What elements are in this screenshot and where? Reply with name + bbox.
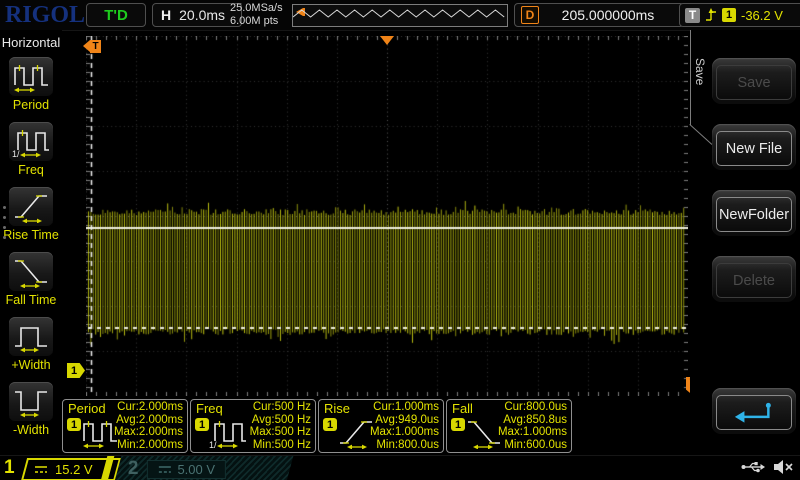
- menu-button-label: NewFolder: [716, 197, 792, 232]
- memory-depth: 6.00M pts: [230, 15, 283, 28]
- trigger-delay-marker[interactable]: T: [83, 40, 101, 53]
- oscilloscope-screen: RIGOL T'D H 20.0ms 25.0MSa/s 6.00M pts D…: [0, 0, 800, 480]
- menu-item-label: Fall Time: [0, 293, 62, 307]
- menu-item-rise-time[interactable]: Rise Time: [0, 187, 62, 242]
- top-status-bar: RIGOL T'D H 20.0ms 25.0MSa/s 6.00M pts D…: [0, 0, 800, 31]
- minus-width-icon: [12, 386, 50, 418]
- measurement-values: Cur:800.0us Avg:850.8us Max:1.000ms Min:…: [498, 401, 567, 451]
- measurement-values: Cur:2.000ms Avg:2.000ms Max:2.000ms Min:…: [114, 401, 183, 451]
- left-menu-title: Horizontal: [0, 35, 62, 50]
- period-icon: [12, 61, 50, 93]
- left-arrow-icon: [83, 40, 90, 52]
- svg-text:1/: 1/: [12, 149, 20, 158]
- trigger-status-badge: T'D: [86, 3, 146, 27]
- channel-badge: 1: [451, 418, 465, 431]
- fall-time-icon: [12, 256, 50, 288]
- menu-button-new-file[interactable]: New File: [712, 124, 796, 170]
- menu-button-save[interactable]: Save: [712, 58, 796, 104]
- measurement-values: Cur:1.000ms Avg:949.0us Max:1.000ms Min:…: [370, 401, 439, 451]
- menu-item-label: Rise Time: [0, 228, 62, 242]
- measurement-name: Freq: [196, 401, 223, 416]
- channel1-level-marker[interactable]: 1: [67, 363, 85, 378]
- rising-edge-icon: [705, 8, 717, 23]
- horizontal-timebase-box[interactable]: H 20.0ms: [152, 3, 242, 27]
- delay-value: 205.000000ms: [539, 7, 677, 23]
- left-measure-menu: Horizontal Period 1/: [0, 30, 62, 455]
- timebase-value: 20.0ms: [179, 7, 225, 23]
- plus-width-icon: [12, 321, 50, 353]
- trigger-source-badge: 1: [722, 8, 736, 22]
- measurement-panel-period[interactable]: Period 1 Cur:2.000ms Avg:2.000ms Max:2.0…: [62, 399, 188, 453]
- channel2-scale: 5.00 V: [178, 461, 216, 476]
- menu-tab-border-diagonal: [689, 124, 712, 145]
- delay-box[interactable]: D 205.000000ms: [514, 3, 684, 27]
- delay-label: D: [521, 6, 539, 24]
- channel-status-bar: 1 15.2 V 2 5.00 V: [0, 455, 800, 480]
- menu-button-label: Delete: [716, 263, 792, 298]
- right-soft-menu: Save Save New File NewFolder Delete: [690, 30, 800, 455]
- channel2-status[interactable]: 2 5.00 V: [115, 456, 294, 480]
- return-arrow-icon: [732, 400, 776, 426]
- channel-badge: 1: [67, 418, 81, 431]
- menu-item-label: Period: [0, 98, 62, 112]
- dc-coupling-icon: [158, 464, 172, 473]
- measurement-name: Period: [68, 401, 106, 416]
- system-icons: [741, 459, 794, 475]
- channel1-number: 1: [4, 457, 15, 479]
- menu-item-freq[interactable]: 1/ Freq: [0, 122, 62, 177]
- scroll-indicator-dots: [3, 206, 6, 246]
- rigol-logo: RIGOL: [5, 2, 85, 29]
- channel-badge: 1: [195, 418, 209, 431]
- preview-waveform-icon: [293, 5, 505, 24]
- measurement-panel-fall[interactable]: Fall 1 Cur:800.0us Avg:850.8us Max:1.000…: [446, 399, 572, 453]
- menu-item-label: Freq: [0, 163, 62, 177]
- trigger-box[interactable]: T 1 -36.2 V: [679, 3, 800, 27]
- menu-item-fall-time[interactable]: Fall Time: [0, 252, 62, 307]
- menu-button-label: New File: [716, 131, 792, 166]
- menu-button-label: Save: [716, 65, 792, 100]
- waveform-preview-bar: [292, 4, 508, 27]
- measurement-name: Fall: [452, 401, 473, 416]
- measurement-values: Cur:500 Hz Avg:500 Hz Max:500 Hz Min:500…: [250, 401, 311, 451]
- trigger-label: T: [685, 8, 700, 23]
- menu-item-period[interactable]: Period: [0, 57, 62, 112]
- channel-badge: 1: [323, 418, 337, 431]
- menu-item-label: -Width: [0, 423, 62, 437]
- trigger-position-icon[interactable]: [380, 36, 394, 45]
- dc-coupling-icon: [34, 465, 48, 474]
- svg-text:1/: 1/: [209, 440, 217, 449]
- trigger-level-value: -36.2 V: [741, 8, 783, 23]
- menu-tab-label: Save: [693, 58, 707, 85]
- speaker-muted-icon: [772, 459, 794, 475]
- measurement-panel-freq[interactable]: Freq 1 1/ Cur:500 Hz Avg:500 Hz Max:500 …: [190, 399, 316, 453]
- menu-item-plus-width[interactable]: +Width: [0, 317, 62, 372]
- menu-tab-border: [690, 30, 691, 125]
- freq-icon: 1/: [208, 417, 248, 449]
- horizontal-label: H: [161, 7, 171, 23]
- channel1-scale: 15.2 V: [55, 462, 93, 477]
- waveform-canvas: [86, 36, 688, 396]
- sample-rate: 25.0MSa/s: [230, 2, 283, 15]
- menu-button-back[interactable]: [712, 388, 796, 434]
- menu-button-delete[interactable]: Delete: [712, 256, 796, 302]
- usb-icon: [741, 460, 766, 474]
- menu-button-new-folder[interactable]: NewFolder: [712, 190, 796, 236]
- channel2-number: 2: [128, 458, 139, 480]
- menu-item-label: +Width: [0, 358, 62, 372]
- measurement-name: Rise: [324, 401, 350, 416]
- freq-icon: 1/: [12, 126, 50, 158]
- acquisition-info: 25.0MSa/s 6.00M pts: [230, 2, 283, 28]
- menu-item-minus-width[interactable]: -Width: [0, 382, 62, 437]
- measurement-panel-rise[interactable]: Rise 1 Cur:1.000ms Avg:949.0us Max:1.000…: [318, 399, 444, 453]
- rise-time-icon: [12, 191, 50, 223]
